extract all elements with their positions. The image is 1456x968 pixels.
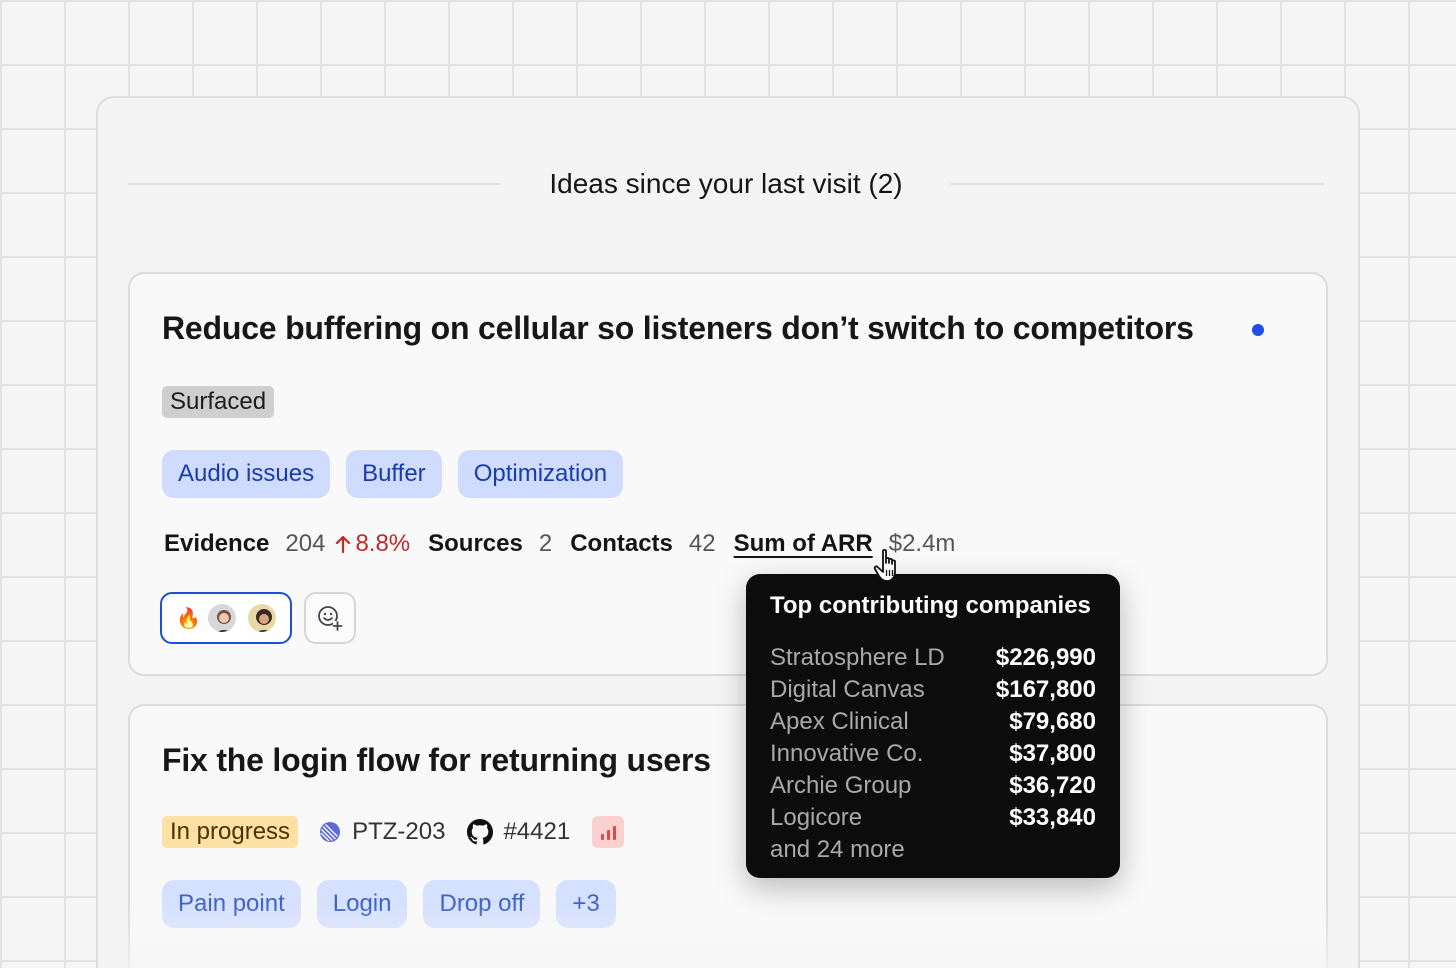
company-row: Logicore $33,840 bbox=[770, 802, 1096, 834]
tag-list: Audio issues Buffer Optimization bbox=[162, 450, 624, 498]
divider bbox=[128, 183, 502, 185]
linear-icon bbox=[320, 822, 341, 842]
tag[interactable]: Optimization bbox=[457, 450, 624, 498]
company-name: Apex Clinical bbox=[770, 708, 909, 735]
github-pr-number: #4421 bbox=[503, 818, 571, 845]
linear-issue-id: PTZ-203 bbox=[352, 818, 446, 845]
company-row: Stratosphere LD $226,990 bbox=[770, 642, 1096, 674]
sources-value: 2 bbox=[538, 530, 553, 557]
company-arr: $33,840 bbox=[1009, 804, 1096, 831]
idea-card[interactable]: Fix the login flow for returning users I… bbox=[128, 704, 1328, 968]
arrow-up-icon bbox=[336, 535, 351, 554]
priority-high-icon[interactable] bbox=[592, 816, 625, 848]
company-arr: $167,800 bbox=[995, 676, 1096, 703]
idea-title[interactable]: Reduce buffering on cellular so listener… bbox=[162, 310, 1194, 347]
hand-cursor-icon bbox=[873, 548, 896, 582]
idea-title[interactable]: Fix the login flow for returning users bbox=[162, 742, 711, 779]
arr-tooltip: Top contributing companies Stratosphere … bbox=[746, 574, 1120, 878]
company-row: Digital Canvas $167,800 bbox=[770, 674, 1096, 706]
ideas-panel: Ideas since your last visit (2) Reduce b… bbox=[96, 96, 1360, 968]
company-name: Logicore bbox=[770, 804, 863, 831]
divider bbox=[950, 183, 1324, 185]
avatar bbox=[246, 602, 278, 634]
evidence-value: 204 bbox=[285, 530, 326, 557]
company-name: Stratosphere LD bbox=[770, 644, 945, 671]
more-tags-button[interactable]: +3 bbox=[556, 880, 616, 928]
linear-issue-link[interactable]: PTZ-203 bbox=[318, 818, 445, 846]
avatar bbox=[206, 602, 238, 634]
tag[interactable]: Drop off bbox=[423, 880, 541, 928]
add-reaction-button[interactable] bbox=[304, 592, 356, 644]
metrics-row: Evidence 204 8.8% Sources 2 Contacts 42 … bbox=[164, 530, 973, 558]
status-badge[interactable]: Surfaced bbox=[162, 386, 275, 418]
sources-label: Sources bbox=[428, 530, 523, 557]
reactions-button[interactable]: 🔥 bbox=[160, 592, 292, 644]
tooltip-more: and 24 more bbox=[770, 836, 905, 863]
idea-meta-row: In progress PTZ-203 #4421 bbox=[162, 816, 625, 848]
contacts-value: 42 bbox=[688, 530, 716, 557]
company-row: Apex Clinical $79,680 bbox=[770, 706, 1096, 738]
sum-of-arr-link[interactable]: Sum of ARR bbox=[734, 530, 873, 558]
tag[interactable]: Pain point bbox=[162, 880, 301, 928]
unread-dot bbox=[1252, 324, 1264, 336]
tag[interactable]: Login bbox=[316, 880, 408, 928]
company-name: Digital Canvas bbox=[770, 676, 925, 703]
tag[interactable]: Audio issues bbox=[162, 450, 331, 498]
company-arr: $36,720 bbox=[1009, 772, 1096, 799]
tooltip-title: Top contributing companies bbox=[770, 592, 1091, 619]
company-name: Innovative Co. bbox=[770, 740, 924, 767]
evidence-label: Evidence bbox=[164, 530, 270, 557]
github-icon bbox=[467, 819, 494, 845]
idea-card[interactable]: Reduce buffering on cellular so listener… bbox=[128, 272, 1328, 676]
tag[interactable]: Buffer bbox=[346, 450, 442, 498]
company-name: Archie Group bbox=[770, 772, 912, 799]
company-arr: $79,680 bbox=[1009, 708, 1096, 735]
company-arr: $226,990 bbox=[995, 644, 1096, 671]
company-arr: $37,800 bbox=[1009, 740, 1096, 767]
panel-title: Ideas since your last visit (2) bbox=[549, 168, 903, 199]
contacts-label: Contacts bbox=[570, 530, 673, 557]
panel-header: Ideas since your last visit (2) bbox=[128, 164, 1324, 204]
add-emoji-icon bbox=[318, 606, 343, 631]
evidence-trend: 8.8% bbox=[335, 530, 410, 558]
status-badge[interactable]: In progress bbox=[162, 816, 299, 848]
fire-icon: 🔥 bbox=[176, 607, 201, 630]
company-row: Innovative Co. $37,800 bbox=[770, 738, 1096, 770]
github-pr-link[interactable]: #4421 bbox=[467, 818, 570, 846]
tag-list: Pain point Login Drop off +3 bbox=[162, 880, 616, 928]
company-row: Archie Group $36,720 bbox=[770, 770, 1096, 802]
trend-value: 8.8% bbox=[355, 530, 411, 557]
